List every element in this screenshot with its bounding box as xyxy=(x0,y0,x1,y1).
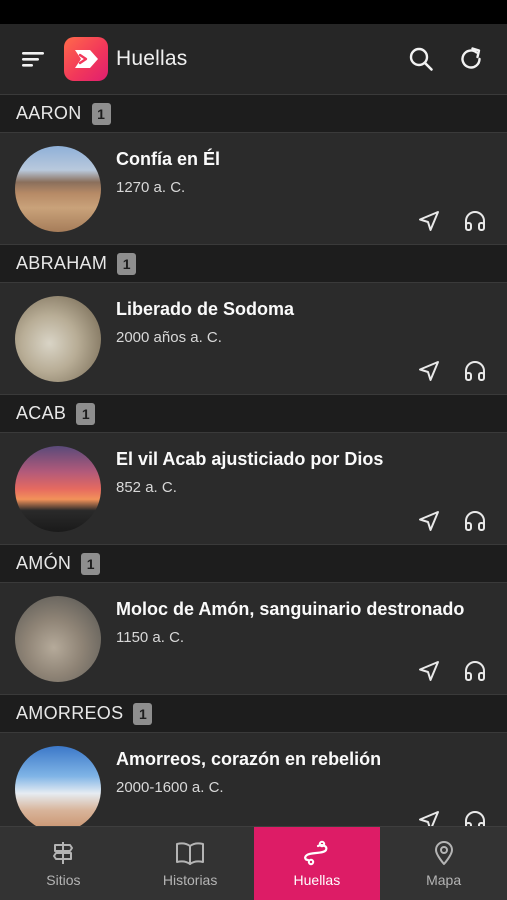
navigate-button[interactable] xyxy=(409,203,449,239)
nav-label: Sitios xyxy=(46,871,81,888)
item-date: 852 a. C. xyxy=(116,479,177,496)
menu-icon xyxy=(22,52,44,67)
nav-tab-historias[interactable]: Historias xyxy=(127,827,254,900)
search-icon xyxy=(409,47,433,71)
item-thumbnail xyxy=(15,446,101,532)
headphones-icon xyxy=(465,661,485,681)
section-name: AMORREOS xyxy=(16,703,124,723)
section-count-badge: 1 xyxy=(76,402,96,425)
section-name: ACAB xyxy=(16,403,67,423)
item-thumbnail xyxy=(15,596,101,682)
audio-button[interactable] xyxy=(455,353,495,389)
navigate-button[interactable] xyxy=(409,653,449,689)
item-thumbnail xyxy=(15,146,101,232)
nav-label: Historias xyxy=(162,871,218,888)
headphones-icon xyxy=(465,511,485,531)
item-date: 2000 años a. C. xyxy=(116,329,222,346)
item-date: 2000-1600 a. C. xyxy=(116,779,224,796)
section-count-badge: 1 xyxy=(117,252,137,275)
nav-tab-sitios[interactable]: Sitios xyxy=(0,827,127,900)
section-count-badge: 1 xyxy=(133,702,153,725)
nav-label: Huellas xyxy=(293,871,341,888)
audio-button[interactable] xyxy=(455,503,495,539)
app-bar: Huellas xyxy=(0,24,507,95)
item-title: Moloc de Amón, sanguinario destronado xyxy=(116,599,465,619)
menu-button[interactable] xyxy=(13,39,53,79)
navigate-button[interactable] xyxy=(409,503,449,539)
item-title: Liberado de Sodoma xyxy=(116,299,295,319)
section-header-amorreos: AMORREOS 1 xyxy=(0,695,507,733)
refresh-button[interactable] xyxy=(449,37,493,81)
status-bar xyxy=(0,0,507,24)
map-pin-icon xyxy=(434,840,453,865)
nav-tab-huellas[interactable]: Huellas xyxy=(253,827,381,900)
section-count-badge: 1 xyxy=(81,552,101,575)
section-header-amon: AMÓN 1 xyxy=(0,545,507,583)
navigation-arrow-icon xyxy=(419,361,439,381)
headphones-icon xyxy=(465,361,485,381)
item-thumbnail xyxy=(15,746,101,826)
item-title: Confía en Él xyxy=(116,149,221,169)
book-icon xyxy=(176,841,205,865)
audio-button[interactable] xyxy=(455,803,495,826)
list-item[interactable]: El vil Acab ajusticiado por Dios 852 a. … xyxy=(0,433,507,545)
nav-label: Mapa xyxy=(426,871,462,888)
refresh-icon xyxy=(461,47,481,69)
list-item[interactable]: Confía en Él 1270 a. C. xyxy=(0,133,507,245)
audio-button[interactable] xyxy=(455,653,495,689)
nav-tab-mapa[interactable]: Mapa xyxy=(380,827,507,900)
huellas-list[interactable]: AARON 1 Confía en Él 1270 a. C. ABRAHAM … xyxy=(0,95,507,826)
bottom-navigation: Sitios Historias Huellas Mapa xyxy=(0,826,507,900)
section-name: AARON xyxy=(16,103,82,123)
headphones-icon xyxy=(465,211,485,231)
signpost-icon xyxy=(53,841,74,864)
search-button[interactable] xyxy=(399,37,443,81)
logo-icon xyxy=(75,50,98,68)
section-name: ABRAHAM xyxy=(16,253,108,273)
navigate-button[interactable] xyxy=(409,353,449,389)
section-count-badge: 1 xyxy=(91,102,111,125)
item-title: Amorreos, corazón en rebelión xyxy=(116,749,382,769)
section-header-acab: ACAB 1 xyxy=(0,395,507,433)
item-date: 1150 a. C. xyxy=(116,629,185,646)
audio-button[interactable] xyxy=(455,203,495,239)
headphones-icon xyxy=(465,811,485,826)
item-thumbnail xyxy=(15,296,101,382)
section-header-abraham: ABRAHAM 1 xyxy=(0,245,507,283)
item-date: 1270 a. C. xyxy=(116,179,186,196)
navigation-arrow-icon xyxy=(419,511,439,531)
app-logo xyxy=(64,37,108,81)
navigation-arrow-icon xyxy=(419,811,439,826)
navigation-arrow-icon xyxy=(419,211,439,231)
list-item[interactable]: Moloc de Amón, sanguinario destronado 11… xyxy=(0,583,507,695)
section-name: AMÓN xyxy=(16,553,72,573)
navigation-arrow-icon xyxy=(419,661,439,681)
list-item[interactable]: Amorreos, corazón en rebelión 2000-1600 … xyxy=(0,733,507,826)
section-header-aaron: AARON 1 xyxy=(0,95,507,133)
app-title: Huellas xyxy=(116,47,188,70)
footprints-icon xyxy=(303,840,328,865)
list-item[interactable]: Liberado de Sodoma 2000 años a. C. xyxy=(0,283,507,395)
item-title: El vil Acab ajusticiado por Dios xyxy=(116,449,384,469)
navigate-button[interactable] xyxy=(409,803,449,826)
